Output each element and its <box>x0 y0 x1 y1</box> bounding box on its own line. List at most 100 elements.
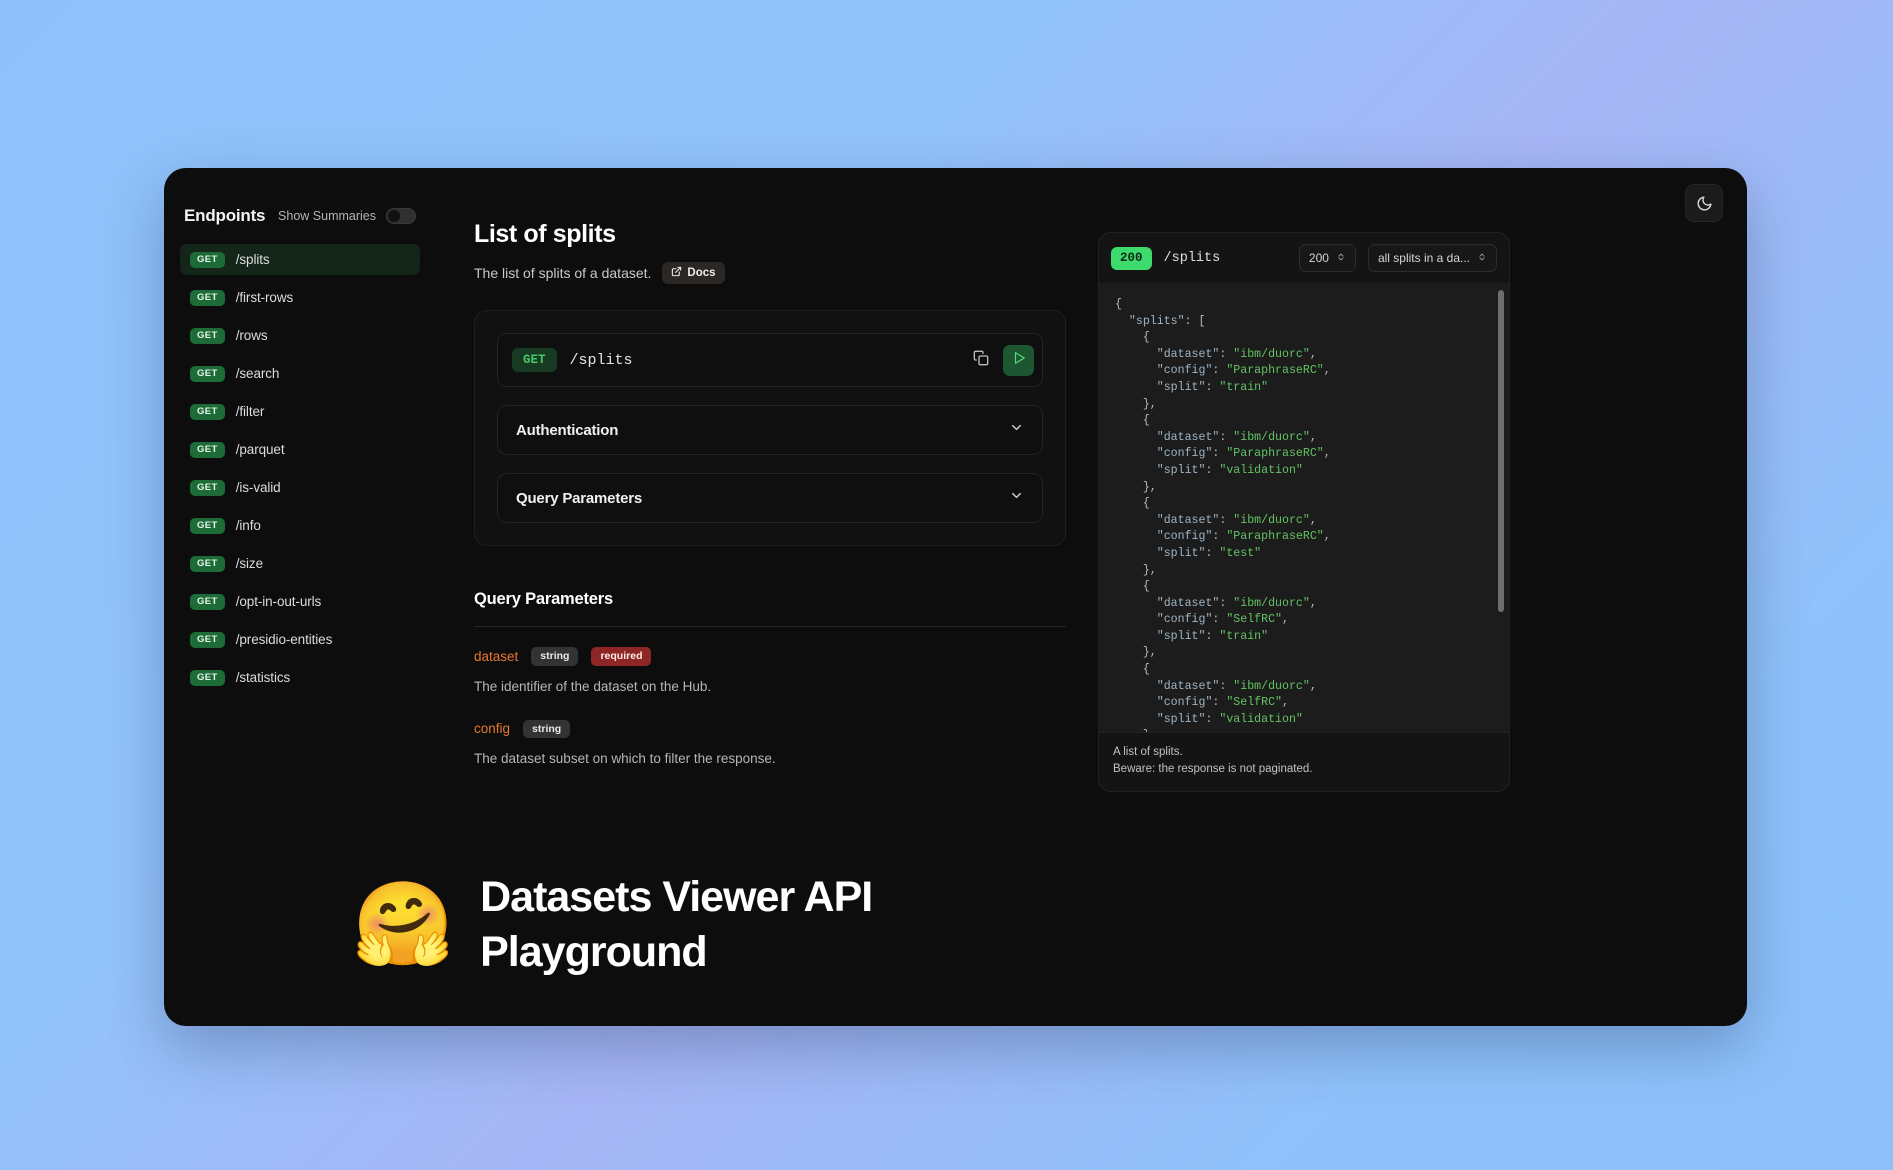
parameter-block: configstringThe dataset subset on which … <box>474 720 1066 767</box>
json-line: "config": "SelfRC", <box>1115 695 1493 712</box>
json-line: "split": "train" <box>1115 629 1493 646</box>
json-line: "dataset": "ibm/duorc", <box>1115 596 1493 613</box>
response-body[interactable]: { "splits": [ { "dataset": "ibm/duorc", … <box>1099 283 1509 732</box>
accordion-query-parameters-label: Query Parameters <box>516 490 642 507</box>
status-code-select[interactable]: 200 <box>1299 244 1356 272</box>
json-line: "splits": [ <box>1115 314 1493 331</box>
json-line: { <box>1115 496 1493 513</box>
page-subtitle: The list of splits of a dataset. <box>474 265 651 281</box>
endpoint-method-badge: GET <box>190 670 225 686</box>
parameter-required-tag: required <box>591 647 651 666</box>
subtitle-row: The list of splits of a dataset. Docs <box>474 262 1066 284</box>
accordion-query-parameters[interactable]: Query Parameters <box>497 473 1043 523</box>
endpoint-path-label: /first-rows <box>236 290 293 305</box>
response-footer-line-2: Beware: the response is not paginated. <box>1113 761 1495 778</box>
sidebar-item-filter[interactable]: GET/filter <box>180 396 420 427</box>
endpoint-method-badge: GET <box>190 328 225 344</box>
json-line: { <box>1115 297 1493 314</box>
json-line: }, <box>1115 728 1493 732</box>
parameter-name: dataset <box>474 649 518 664</box>
json-line: "dataset": "ibm/duorc", <box>1115 430 1493 447</box>
accordion-authentication[interactable]: Authentication <box>497 405 1043 455</box>
endpoint-list: GET/splitsGET/first-rowsGET/rowsGET/sear… <box>180 244 420 693</box>
endpoint-method-badge: GET <box>190 480 225 496</box>
toggle-knob <box>388 210 400 222</box>
json-line: "dataset": "ibm/duorc", <box>1115 347 1493 364</box>
json-line: "config": "ParaphraseRC", <box>1115 363 1493 380</box>
status-code-select-value: 200 <box>1309 251 1329 265</box>
endpoint-method-badge: GET <box>190 404 225 420</box>
parameter-description: The identifier of the dataset on the Hub… <box>474 679 1066 694</box>
show-summaries-toggle[interactable] <box>386 208 416 224</box>
parameter-block: datasetstringrequired The identifier of t… <box>474 647 1066 694</box>
sidebar-item-is-valid[interactable]: GET/is-valid <box>180 472 420 503</box>
left-column: List of splits The list of splits of a d… <box>474 220 1066 792</box>
endpoint-path-label: /opt-in-out-urls <box>236 594 321 609</box>
endpoint-path-label: /size <box>236 556 263 571</box>
endpoint-method-badge: GET <box>190 290 225 306</box>
endpoint-path-label: /presidio-entities <box>236 632 333 647</box>
json-line: { <box>1115 662 1493 679</box>
scrollbar-thumb[interactable] <box>1498 290 1504 612</box>
endpoint-path-label: /parquet <box>236 442 285 457</box>
sidebar-item-search[interactable]: GET/search <box>180 358 420 389</box>
sidebar-item-parquet[interactable]: GET/parquet <box>180 434 420 465</box>
external-link-icon <box>671 266 682 280</box>
sidebar-item-rows[interactable]: GET/rows <box>180 320 420 351</box>
endpoint-method-badge: GET <box>190 632 225 648</box>
sidebar-item-size[interactable]: GET/size <box>180 548 420 579</box>
docs-link-button[interactable]: Docs <box>662 262 724 284</box>
response-footer-line-1: A list of splits. <box>1113 744 1495 761</box>
chevron-updown-icon <box>1477 251 1487 266</box>
copy-icon <box>973 350 989 371</box>
hugging-face-icon: 🤗 <box>352 884 454 966</box>
method-badge: GET <box>512 348 557 373</box>
endpoint-path-label: /rows <box>236 328 268 343</box>
copy-button[interactable] <box>966 345 996 375</box>
sidebar-item-opt-in-out-urls[interactable]: GET/opt-in-out-urls <box>180 586 420 617</box>
divider <box>474 626 1066 627</box>
sidebar-item-info[interactable]: GET/info <box>180 510 420 541</box>
endpoint-method-badge: GET <box>190 518 225 534</box>
endpoint-path-label: /statistics <box>236 670 290 685</box>
url-actions <box>966 345 1034 376</box>
parameter-row: datasetstringrequired <box>474 647 1066 666</box>
sidebar-item-presidio-entities[interactable]: GET/presidio-entities <box>180 624 420 655</box>
endpoint-path-label: /filter <box>236 404 265 419</box>
json-line: }, <box>1115 563 1493 580</box>
parameter-description: The dataset subset on which to filter th… <box>474 751 1066 766</box>
request-url-bar[interactable]: GET /splits <box>497 333 1043 387</box>
endpoint-path-label: /search <box>236 366 280 381</box>
json-line: { <box>1115 579 1493 596</box>
sidebar-item-splits[interactable]: GET/splits <box>180 244 420 275</box>
play-icon <box>1012 351 1026 370</box>
response-header: 200 /splits 200 all splits in a da... <box>1099 233 1509 283</box>
endpoint-method-badge: GET <box>190 594 225 610</box>
response-panel: 200 /splits 200 all splits in a da... <box>1098 232 1510 792</box>
json-line: "config": "SelfRC", <box>1115 612 1493 629</box>
json-line: { <box>1115 330 1493 347</box>
sidebar-item-statistics[interactable]: GET/statistics <box>180 662 420 693</box>
example-select[interactable]: all splits in a da... <box>1368 244 1497 272</box>
json-line: "dataset": "ibm/duorc", <box>1115 679 1493 696</box>
sidebar-title: Endpoints <box>184 206 265 226</box>
brand-title: Datasets Viewer API Playground <box>480 870 950 980</box>
endpoint-method-badge: GET <box>190 442 225 458</box>
response-scrollbar[interactable] <box>1498 290 1504 725</box>
request-path: /splits <box>570 352 633 369</box>
query-parameters-section: Query Parameters datasetstringrequiredTh… <box>474 590 1066 766</box>
app-window: Endpoints Show Summaries GET/splitsGET/f… <box>164 168 1747 1026</box>
parameter-list: datasetstringrequired The identifier of t… <box>474 647 1066 766</box>
brand-overlay: 🤗 Datasets Viewer API Playground <box>352 870 950 980</box>
json-line: { <box>1115 413 1493 430</box>
status-badge: 200 <box>1111 247 1152 270</box>
request-card: GET /splits <box>474 310 1066 546</box>
sidebar-item-first-rows[interactable]: GET/first-rows <box>180 282 420 313</box>
json-line: "config": "ParaphraseRC", <box>1115 446 1493 463</box>
endpoint-method-badge: GET <box>190 252 225 268</box>
show-summaries-label: Show Summaries <box>278 209 376 223</box>
json-line: }, <box>1115 397 1493 414</box>
json-line: "split": "train" <box>1115 380 1493 397</box>
page-title: List of splits <box>474 220 1066 249</box>
run-request-button[interactable] <box>1003 345 1034 376</box>
